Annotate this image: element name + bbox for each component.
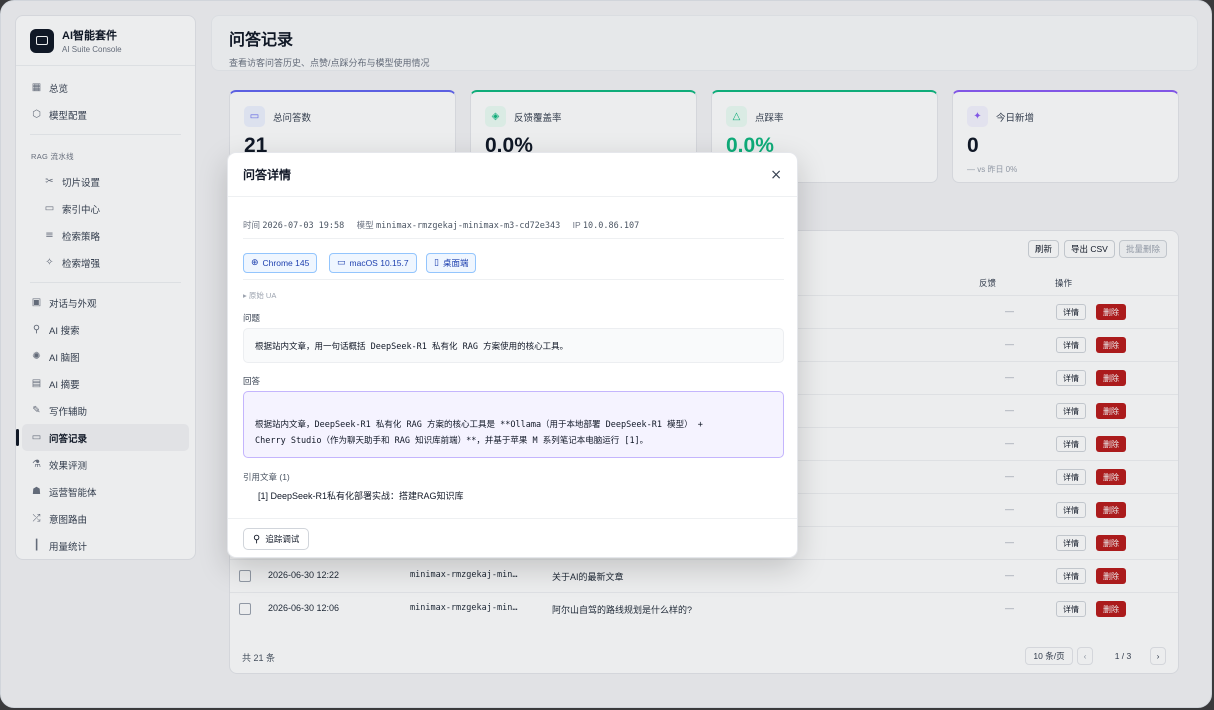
app-window: AI智能套件 AI Suite Console ▦ 总览 ⬡ 模型配置 RAG 流水… — [0, 0, 1212, 708]
trace-debug-button[interactable]: ⚲ 追踪调试 — [243, 528, 310, 550]
answer-text-line: 根据站内文章，DeepSeek-R1 私有化 RAG 方案的核心工具是 **Ol… — [255, 420, 703, 430]
question-label: 问题 — [243, 313, 261, 323]
meta-ip: 10.0.86.107 — [582, 221, 640, 231]
os-chip: ▭ macOS 10.15.7 — [329, 253, 417, 273]
modal-footer: ⚲ 追踪调试 — [228, 518, 797, 557]
search-icon: ⚲ — [253, 533, 261, 545]
answer-box: 根据站内文章，DeepSeek-R1 私有化 RAG 方案的核心工具是 **Ol… — [243, 391, 784, 458]
chip-label: Chrome 145 — [262, 258, 310, 268]
citation-item[interactable]: [1] DeepSeek-R1私有化部署实战：搭建RAG知识库 — [258, 489, 464, 502]
raw-ua-toggle[interactable]: ▸ 原始 UA — [243, 290, 276, 301]
chip-label: 桌面端 — [442, 258, 469, 268]
device-chip: ▯ 桌面端 — [426, 253, 477, 273]
citations-label: 引用文章 (1) — [243, 472, 290, 482]
phone-icon: ▯ — [434, 258, 439, 268]
monitor-icon: ▭ — [337, 258, 346, 268]
divider — [243, 279, 784, 280]
question-text: 根据站内文章，用一句话概括 DeepSeek-R1 私有化 RAG 方案使用的核… — [255, 341, 569, 352]
meta-line: 时间 2026-07-03 19:58 模型 minimax-rmzgekaj-… — [243, 219, 639, 231]
globe-icon: ⊕ — [251, 258, 259, 268]
divider — [243, 238, 784, 239]
close-icon[interactable]: × — [770, 167, 782, 183]
modal-title: 问答详情 — [243, 168, 292, 182]
meta-time-label: 时间 — [243, 220, 261, 230]
meta-time: 2026-07-03 19:58 — [262, 221, 345, 231]
chip-label: macOS 10.15.7 — [349, 258, 409, 268]
meta-model-label: 模型 — [356, 220, 374, 230]
question-box: 根据站内文章，用一句话概括 DeepSeek-R1 私有化 RAG 方案使用的核… — [243, 328, 784, 363]
browser-chip: ⊕ Chrome 145 — [243, 253, 318, 273]
trace-button-label: 追踪调试 — [265, 534, 300, 544]
meta-ip-label: IP — [572, 220, 581, 230]
qa-detail-modal: 问答详情 × 时间 2026-07-03 19:58 模型 minimax-rm… — [227, 152, 798, 558]
meta-model: minimax-rmzgekaj-minimax-m3-cd72e343 — [376, 221, 561, 231]
answer-text-line: Cherry Studio（作为聊天助手和 RAG 知识库前端）**，并基于苹果… — [255, 436, 649, 446]
answer-label: 回答 — [243, 376, 261, 386]
